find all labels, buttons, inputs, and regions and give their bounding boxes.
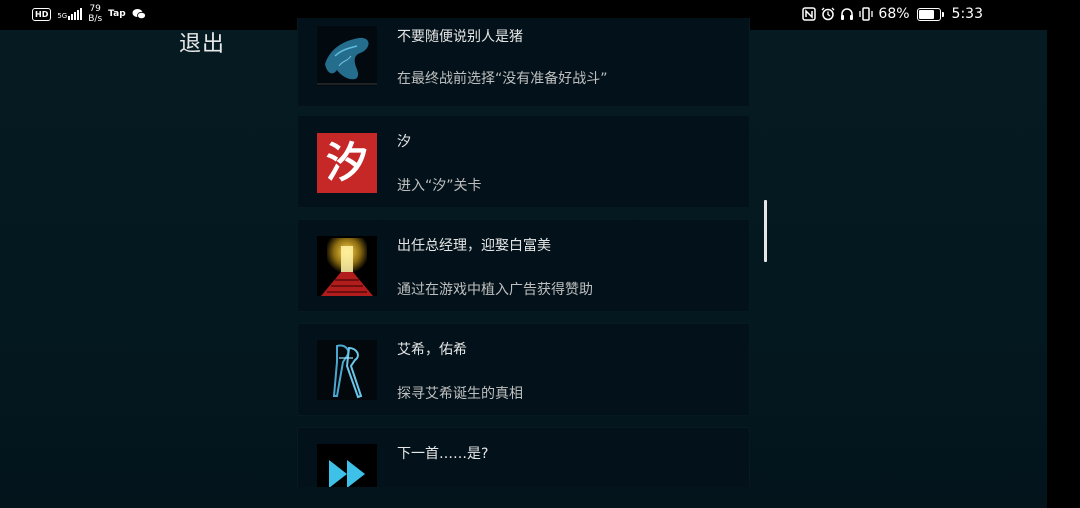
achievement-card[interactable]: 出任总经理，迎娶白富美 通过在游戏中植入广告获得赞助 xyxy=(297,219,750,312)
right-edge-bar xyxy=(1047,0,1080,508)
achievement-description: 探寻艾希诞生的真相 xyxy=(397,386,523,402)
blue-creature-icon xyxy=(317,26,377,86)
achievement-card[interactable]: 艾希，佑希 探寻艾希诞生的真相 xyxy=(297,323,750,416)
status-right-group: 68% 5:33 xyxy=(802,6,983,22)
achievement-description: 进入“汐”关卡 xyxy=(397,178,482,194)
speed-unit: B/s xyxy=(88,14,103,24)
achievement-card[interactable]: 不要随便说别人是猪 在最终战前选择“没有准备好战斗” xyxy=(297,18,750,107)
signal-icon xyxy=(68,8,83,20)
speed-value: 79 xyxy=(89,4,101,14)
achievement-title: 汐 xyxy=(397,134,411,150)
battery-fill xyxy=(918,9,934,19)
scrollbar-thumb[interactable] xyxy=(764,200,767,262)
status-left-group: HD 5G 79 B/s Tap xyxy=(32,4,146,24)
signal-group: 5G xyxy=(57,8,83,20)
vibrate-icon xyxy=(859,7,874,21)
clock: 5:33 xyxy=(951,6,983,22)
achievement-description: 在最终战前选择“没有准备好战斗” xyxy=(397,71,608,87)
tap-label: Tap xyxy=(108,9,126,19)
achievement-title: 下一首……是? xyxy=(397,446,489,462)
battery-icon xyxy=(916,7,944,21)
xi-character-icon: 汐 xyxy=(317,133,377,193)
fast-forward-icon xyxy=(317,444,377,487)
achievement-list[interactable]: 不要随便说别人是猪 在最终战前选择“没有准备好战斗” 汐 汐 进入“汐”关卡 出… xyxy=(297,18,750,487)
golden-door-icon xyxy=(317,236,377,296)
network-speed: 79 B/s xyxy=(88,4,102,24)
achievement-title: 出任总经理，迎娶白富美 xyxy=(397,238,551,254)
achievement-card[interactable]: 下一首……是? xyxy=(297,427,750,487)
alarm-icon xyxy=(821,7,835,21)
exit-button[interactable]: 退出 xyxy=(179,26,225,58)
nfc-icon xyxy=(802,7,817,21)
battery-percent: 68% xyxy=(878,6,910,22)
network-label: 5G xyxy=(57,12,68,20)
xi-character: 汐 xyxy=(325,138,368,187)
twin-blades-icon xyxy=(317,340,377,400)
wechat-icon xyxy=(132,9,146,20)
achievement-card[interactable]: 汐 汐 进入“汐”关卡 xyxy=(297,115,750,208)
achievement-title: 不要随便说别人是猪 xyxy=(397,29,523,45)
achievement-description: 通过在游戏中植入广告获得赞助 xyxy=(397,282,593,298)
hd-badge: HD xyxy=(32,7,52,21)
headphones-icon xyxy=(841,8,854,20)
achievement-title: 艾希，佑希 xyxy=(397,342,467,358)
